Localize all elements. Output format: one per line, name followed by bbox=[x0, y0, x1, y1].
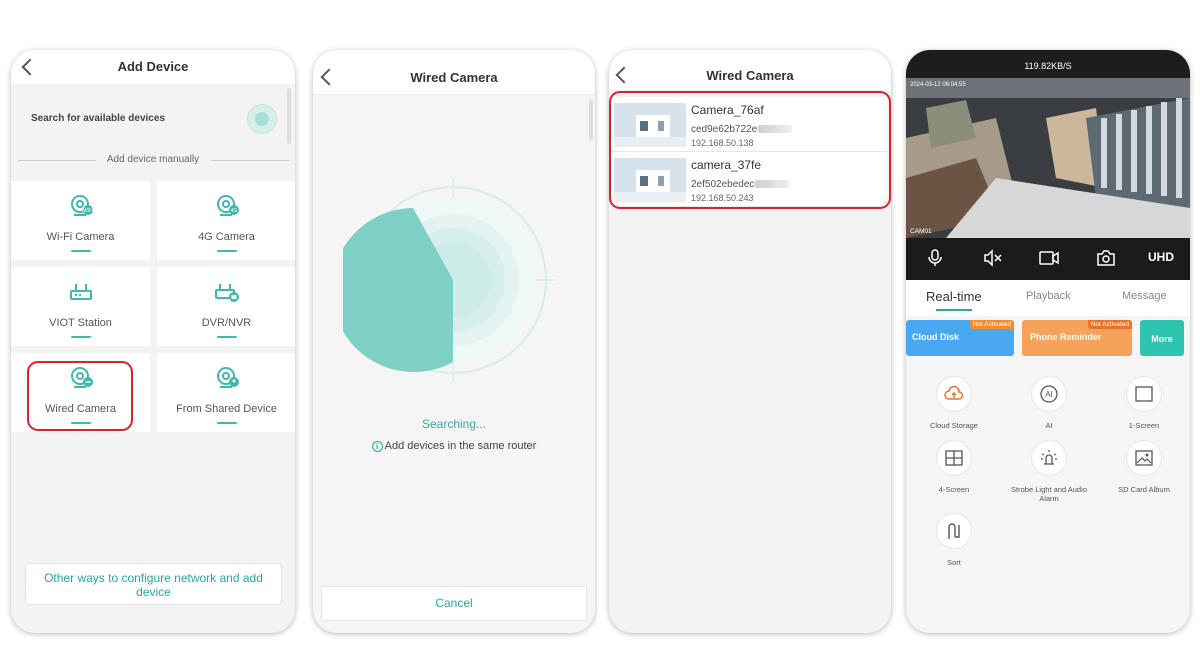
feature-label: Strobe Light and Audio Alarm bbox=[1011, 485, 1087, 503]
page-title: Wired Camera bbox=[706, 68, 794, 83]
timestamp-overlay: 2024-03-12 06:04:55 bbox=[910, 82, 966, 88]
tab-playback[interactable]: Playback bbox=[1026, 290, 1071, 302]
tile-underline bbox=[217, 422, 237, 424]
status-badge: Not Activated bbox=[969, 320, 1014, 329]
ai-icon: AI bbox=[1040, 385, 1058, 403]
info-icon: i bbox=[371, 441, 383, 452]
feature-1-screen[interactable]: 1-Screen bbox=[1099, 376, 1189, 430]
4g-camera-icon: 4G bbox=[217, 195, 239, 216]
wifi-camera-icon: WiFi bbox=[71, 195, 93, 216]
shared-camera-icon bbox=[217, 367, 239, 388]
highlight-box bbox=[27, 361, 133, 431]
live-video[interactable]: 2024-03-12 06:04:55 CAM01 bbox=[906, 78, 1190, 238]
sort-icon bbox=[948, 523, 960, 539]
feature-label: AI bbox=[1045, 421, 1053, 430]
tile-viot-station[interactable]: VIOT Station bbox=[11, 267, 150, 346]
record-icon[interactable] bbox=[1039, 249, 1059, 267]
add-device-screen: Add Device Search for available devices … bbox=[11, 50, 295, 633]
svg-text:AI: AI bbox=[1045, 390, 1053, 399]
speed-indicator: 119.82KB/S bbox=[906, 50, 1190, 78]
microphone-icon[interactable] bbox=[928, 249, 942, 267]
tile-underline bbox=[217, 336, 237, 338]
top-bar: Add Device bbox=[11, 50, 295, 84]
tab-bar: Real-time Playback Message bbox=[906, 280, 1190, 316]
more-button[interactable]: More bbox=[1140, 320, 1184, 356]
feature-label: Sort bbox=[947, 558, 961, 567]
radar-scan-icon[interactable] bbox=[247, 104, 277, 134]
cloud-disk-banner[interactable]: Not Activated Cloud Disk bbox=[906, 320, 1014, 356]
other-ways-button[interactable]: Other ways to configure network and add … bbox=[25, 563, 282, 605]
feature-label: Cloud Storage bbox=[930, 421, 978, 430]
tile-label: Wi-Fi Camera bbox=[46, 231, 115, 243]
highlight-box bbox=[609, 91, 891, 209]
tile-4g-camera[interactable]: 4G 4G Camera bbox=[157, 181, 295, 260]
active-tab-indicator bbox=[936, 309, 972, 311]
router-hint: i Add devices in the same router bbox=[313, 440, 595, 452]
scrollbar[interactable] bbox=[589, 100, 593, 140]
camera-label: CAM01 bbox=[910, 228, 932, 235]
top-bar: Wired Camera bbox=[609, 50, 891, 90]
tile-underline bbox=[217, 250, 237, 252]
radar-scan-icon bbox=[343, 178, 555, 382]
tile-underline bbox=[71, 336, 91, 338]
camera-snapshot-icon[interactable] bbox=[1096, 249, 1116, 267]
quad-screen-icon bbox=[945, 450, 963, 466]
strobe-light-icon bbox=[1041, 450, 1057, 465]
single-screen-icon bbox=[1135, 386, 1153, 402]
quality-toggle[interactable]: UHD bbox=[1148, 250, 1174, 264]
feature-cloud-storage[interactable]: Cloud Storage bbox=[909, 376, 999, 430]
station-icon bbox=[70, 284, 92, 300]
svg-text:4G: 4G bbox=[231, 208, 238, 214]
control-bar: UHD bbox=[906, 238, 1190, 280]
tile-dvr-nvr[interactable]: DVR/NVR bbox=[157, 267, 295, 346]
cloud-upload-icon bbox=[944, 385, 964, 400]
tile-label: 4G Camera bbox=[198, 231, 255, 243]
tab-real-time[interactable]: Real-time bbox=[926, 289, 982, 304]
dvr-icon bbox=[215, 284, 239, 302]
cancel-button[interactable]: Cancel bbox=[321, 586, 587, 621]
feature-label: SD Card Album bbox=[1118, 485, 1170, 494]
tile-shared-device[interactable]: From Shared Device bbox=[157, 353, 295, 432]
divider bbox=[211, 160, 289, 161]
feature-strobe-alarm[interactable]: Strobe Light and Audio Alarm bbox=[1004, 440, 1094, 503]
feature-sort[interactable]: Sort bbox=[909, 513, 999, 567]
tab-message[interactable]: Message bbox=[1122, 290, 1167, 302]
search-label: Search for available devices bbox=[31, 113, 165, 124]
live-view-screen: 119.82KB/S 2024-03-12 06:04:55 CAM01 UHD… bbox=[906, 50, 1190, 633]
more-label: More bbox=[1151, 334, 1173, 344]
feature-sd-card-album[interactable]: SD Card Album bbox=[1099, 440, 1189, 494]
feature-4-screen[interactable]: 4-Screen bbox=[909, 440, 999, 494]
searching-status: Searching... bbox=[421, 417, 487, 431]
feature-label: 1-Screen bbox=[1128, 421, 1160, 430]
scrollbar[interactable] bbox=[287, 88, 291, 144]
page-title: Add Device bbox=[117, 59, 189, 74]
image-album-icon bbox=[1135, 450, 1153, 466]
phone-reminder-banner[interactable]: Not Activated Phone Reminder bbox=[1022, 320, 1132, 356]
tile-label: DVR/NVR bbox=[201, 317, 252, 329]
feature-label: 4-Screen bbox=[938, 485, 970, 494]
tile-label: From Shared Device bbox=[176, 403, 277, 415]
promo-label: Cloud Disk bbox=[912, 332, 960, 342]
searching-screen: Wired Camera Searching... i Add devices i… bbox=[313, 50, 595, 633]
tile-wifi-camera[interactable]: WiFi Wi-Fi Camera bbox=[11, 181, 150, 260]
hint-text: Add devices in the same router bbox=[384, 440, 537, 452]
promo-label: Phone Reminder bbox=[1030, 332, 1102, 342]
page-title: Wired Camera bbox=[410, 70, 498, 85]
svg-text:WiFi: WiFi bbox=[83, 208, 93, 214]
tile-label: VIOT Station bbox=[49, 317, 112, 329]
tile-underline bbox=[71, 250, 91, 252]
feature-ai[interactable]: AI AI bbox=[1004, 376, 1094, 430]
top-bar: Wired Camera bbox=[313, 50, 595, 95]
mute-icon[interactable] bbox=[983, 249, 1003, 267]
status-badge: Not Activated bbox=[1087, 320, 1132, 329]
